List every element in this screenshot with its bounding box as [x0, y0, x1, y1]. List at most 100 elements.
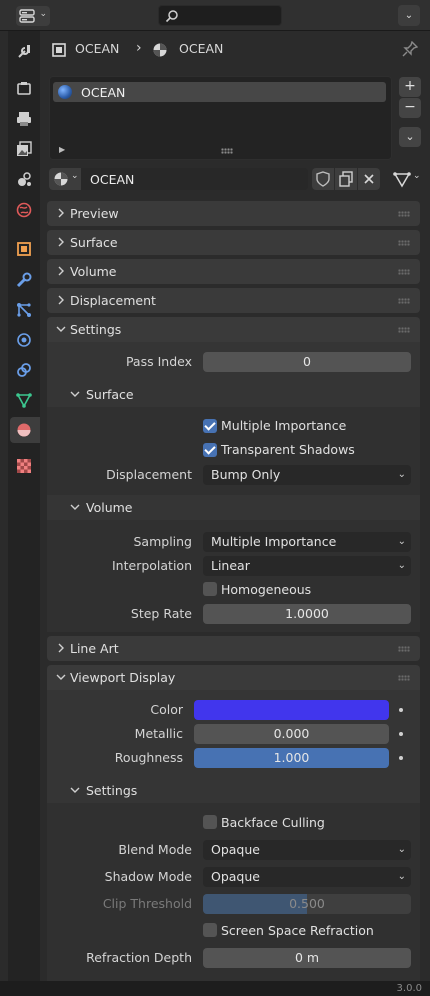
color-label: Color — [150, 702, 183, 717]
breadcrumb-object: OCEAN — [75, 41, 120, 56]
expand-triangle-icon[interactable]: ▶ — [59, 145, 65, 154]
tab-modifiers[interactable] — [10, 267, 38, 293]
shadow-mode-dropdown[interactable]: Opaque ⌄ — [203, 867, 411, 887]
list-item[interactable]: OCEAN — [53, 82, 386, 102]
tab-render[interactable] — [10, 76, 38, 102]
search-icon — [165, 10, 178, 23]
chevron-down-icon: ⌄ — [397, 469, 406, 480]
backface-culling-checkbox[interactable] — [203, 815, 217, 829]
chevron-down-icon: ⌄ — [404, 10, 414, 21]
drag-grip-icon[interactable] — [398, 298, 410, 304]
subpanel-viewport-settings[interactable]: Settings — [47, 778, 420, 803]
dropdown-value: Opaque — [211, 869, 260, 884]
chevron-down-icon: ⌄ — [397, 871, 406, 882]
panel-settings[interactable]: Settings — [47, 317, 420, 342]
panel-preview[interactable]: Preview — [47, 201, 420, 226]
chevron-right-icon — [58, 266, 64, 276]
chevron-down-icon: ⌄ — [39, 9, 47, 19]
world-icon — [16, 202, 32, 218]
clip-threshold-field: 0.500 — [203, 894, 411, 914]
panel-viewport-display[interactable]: Viewport Display — [47, 665, 420, 690]
screen-space-refraction-checkbox[interactable] — [203, 923, 217, 937]
resize-grip-icon[interactable] — [221, 148, 233, 154]
subpanel-title: Settings — [86, 783, 138, 798]
breadcrumb-material: OCEAN — [179, 41, 224, 56]
pin-icon[interactable] — [402, 41, 418, 57]
mesh-data-icon — [16, 393, 32, 408]
keyframe-dot-icon[interactable] — [399, 708, 403, 712]
sampling-dropdown[interactable]: Multiple Importance ⌄ — [203, 532, 411, 552]
drag-grip-icon[interactable] — [398, 327, 410, 333]
pass-index-field[interactable]: 0 — [203, 352, 411, 372]
tab-scene[interactable] — [10, 166, 38, 192]
material-selector[interactable]: ⌄ OCEAN — [49, 168, 308, 190]
keyframe-dot-icon[interactable] — [399, 756, 403, 760]
tab-physics[interactable] — [10, 327, 38, 353]
backface-culling-label: Backface Culling — [221, 815, 325, 830]
remove-slot-button[interactable]: − — [399, 98, 421, 118]
roughness-label: Roughness — [114, 750, 183, 765]
clip-threshold-value: 0.500 — [289, 896, 325, 911]
tab-material[interactable] — [10, 417, 40, 443]
homogeneous-checkbox[interactable] — [203, 582, 217, 596]
slot-specials-button[interactable]: ⌄ — [399, 127, 421, 147]
viewport-color-swatch[interactable] — [194, 700, 389, 720]
panel-displacement[interactable]: Displacement — [47, 288, 420, 313]
shadow-mode-label: Shadow Mode — [104, 869, 192, 884]
panel-surface[interactable]: Surface — [47, 230, 420, 255]
drag-grip-icon[interactable] — [398, 240, 410, 246]
step-rate-field[interactable]: 1.0000 — [203, 604, 411, 624]
displacement-dropdown[interactable]: Bump Only ⌄ — [203, 465, 411, 485]
viewport-edge — [0, 31, 8, 981]
roughness-field[interactable]: 1.000 — [194, 748, 389, 768]
drag-grip-icon[interactable] — [398, 646, 410, 652]
chevron-down-icon: ⌄ — [397, 844, 406, 855]
interpolation-dropdown[interactable]: Linear ⌄ — [203, 556, 411, 576]
output-icon — [17, 112, 31, 126]
tab-world[interactable] — [10, 197, 38, 223]
tab-constraints[interactable] — [10, 357, 38, 383]
drag-grip-icon[interactable] — [398, 269, 410, 275]
tool-icon — [18, 45, 30, 58]
properties-header: ⌄ ⌄ — [0, 0, 430, 31]
duplicate-material-button[interactable] — [335, 168, 357, 190]
browse-material-button[interactable]: ⌄ — [49, 168, 81, 190]
wrench-icon — [16, 272, 32, 288]
material-name-field[interactable]: OCEAN — [90, 172, 134, 187]
blend-mode-dropdown[interactable]: Opaque ⌄ — [203, 840, 411, 860]
drag-grip-icon[interactable] — [398, 211, 410, 217]
tab-output[interactable] — [10, 106, 38, 132]
tab-object[interactable] — [10, 236, 38, 262]
drag-grip-icon[interactable] — [398, 675, 410, 681]
fake-user-button[interactable] — [312, 168, 334, 190]
tab-particles[interactable] — [10, 297, 38, 323]
refraction-depth-field[interactable]: 0 m — [203, 948, 411, 968]
search-input[interactable] — [158, 5, 282, 26]
editor-type-button[interactable]: ⌄ — [16, 6, 50, 26]
chevron-down-icon — [70, 504, 80, 510]
options-dropdown[interactable]: ⌄ — [398, 5, 420, 26]
link-type-dropdown[interactable]: ⌄ — [389, 168, 423, 190]
chevron-down-icon — [70, 391, 80, 397]
panel-volume[interactable]: Volume — [47, 259, 420, 284]
subpanel-settings-volume[interactable]: Volume — [47, 495, 420, 520]
subpanel-settings-surface[interactable]: Surface — [47, 382, 420, 407]
keyframe-dot-icon[interactable] — [399, 732, 403, 736]
transparent-shadows-checkbox[interactable] — [203, 443, 217, 457]
unlink-material-button[interactable] — [358, 168, 380, 190]
tab-tool[interactable] — [10, 39, 38, 65]
view-layer-icon — [17, 141, 32, 156]
material-slot-list: OCEAN ▶ — [49, 76, 392, 160]
object-icon — [52, 43, 66, 57]
mesh-data-icon — [393, 172, 411, 188]
dropdown-value: Multiple Importance — [211, 534, 337, 549]
metallic-field[interactable]: 0.000 — [194, 724, 389, 744]
panel-line-art[interactable]: Line Art — [47, 636, 420, 661]
properties-tab-strip — [8, 31, 40, 981]
panel-title: Settings — [70, 322, 122, 337]
multiple-importance-checkbox[interactable] — [203, 419, 217, 433]
tab-data[interactable] — [10, 387, 38, 413]
add-slot-button[interactable]: + — [399, 77, 421, 97]
tab-texture[interactable] — [10, 453, 38, 479]
tab-view-layer[interactable] — [10, 136, 38, 162]
